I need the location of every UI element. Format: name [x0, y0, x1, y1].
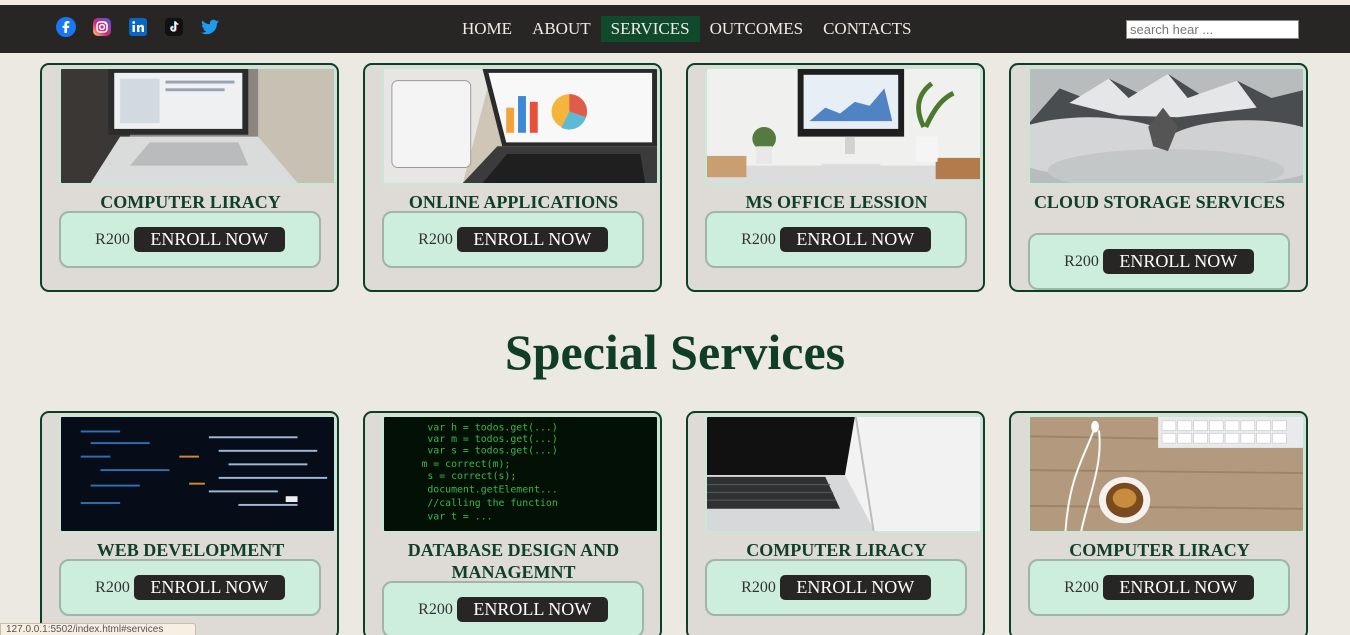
service-image-desk	[705, 67, 982, 185]
enroll-button[interactable]: ENROLL NOW	[1102, 575, 1254, 600]
service-title: COMPUTER LIRACY	[1069, 540, 1250, 560]
enroll-button[interactable]: ENROLL NOW	[1102, 249, 1254, 274]
service-card: WEB DEVELOPMENT R200 ENROLL NOW	[40, 411, 339, 635]
svg-text:var h = todos.get(...): var h = todos.get(...)	[427, 423, 557, 434]
service-image-mountains	[1028, 67, 1305, 185]
svg-text:document.getElement...: document.getElement...	[427, 484, 557, 495]
service-image-charts	[382, 67, 659, 185]
enroll-button[interactable]: ENROLL NOW	[133, 575, 285, 600]
svg-text://calling the function: //calling the function	[427, 498, 557, 509]
service-price: R200	[95, 230, 130, 248]
svg-text:m = correct(m);: m = correct(m);	[421, 459, 510, 470]
nav-contacts[interactable]: CONTACTS	[813, 16, 921, 42]
service-image-laptop	[59, 67, 336, 185]
service-image-code	[59, 415, 336, 533]
enroll-button[interactable]: ENROLL NOW	[779, 575, 931, 600]
linkedin-icon[interactable]	[128, 17, 148, 37]
service-title: DATABASE DESIGN AND MANAGEMNT	[407, 540, 620, 582]
search-input[interactable]	[1126, 20, 1299, 39]
service-image-terminal: var h = todos.get(...) var m = todos.get…	[382, 415, 659, 533]
service-card: COMPUTER LIRACY R200 ENROLL NOW	[686, 411, 985, 635]
nav-services[interactable]: SERVICES	[600, 16, 700, 42]
price-box: R200 ENROLL NOW	[382, 211, 644, 268]
navbar: HOME ABOUT SERVICES OUTCOMES CONTACTS	[0, 5, 1350, 53]
instagram-icon[interactable]	[92, 17, 112, 37]
service-price: R200	[418, 230, 453, 248]
special-services-heading: Special Services	[504, 324, 846, 380]
social-links	[56, 17, 220, 37]
service-card: COMPUTER LIRACY R200 ENROLL NOW	[40, 63, 339, 292]
nav-about[interactable]: ABOUT	[522, 16, 601, 42]
service-title: CLOUD STORAGE SERVICES	[1033, 192, 1286, 212]
main-menu: HOME ABOUT SERVICES OUTCOMES CONTACTS	[452, 16, 921, 42]
nav-home[interactable]: HOME	[452, 16, 522, 42]
nav-outcomes[interactable]: OUTCOMES	[700, 16, 814, 42]
svg-text:s = correct(s);: s = correct(s);	[427, 471, 516, 482]
service-price: R200	[741, 578, 776, 596]
service-image-coffee	[1028, 415, 1305, 533]
service-price: R200	[1064, 578, 1099, 596]
svg-text:var s = todos.get(...): var s = todos.get(...)	[427, 446, 557, 457]
tiktok-icon[interactable]	[164, 17, 184, 37]
price-box: R200 ENROLL NOW	[705, 559, 967, 616]
enroll-button[interactable]: ENROLL NOW	[133, 227, 285, 252]
svg-text:var m = todos.get(...): var m = todos.get(...)	[427, 434, 557, 445]
price-box: R200 ENROLL NOW	[382, 581, 644, 635]
service-title: COMPUTER LIRACY	[100, 192, 281, 212]
service-title: MS OFFICE LESSION	[745, 192, 928, 212]
service-image-laptop-white	[705, 415, 982, 533]
service-card: MS OFFICE LESSION R200 ENROLL NOW	[686, 63, 985, 292]
price-box: R200 ENROLL NOW	[705, 211, 967, 268]
service-title: ONLINE APPLICATIONS	[408, 192, 619, 212]
enroll-button[interactable]: ENROLL NOW	[456, 597, 608, 622]
price-box: R200 ENROLL NOW	[1028, 233, 1290, 290]
service-price: R200	[1064, 252, 1099, 270]
service-card: CLOUD STORAGE SERVICES R200 ENROLL NOW	[1009, 63, 1308, 292]
enroll-button[interactable]: ENROLL NOW	[779, 227, 931, 252]
service-card: ONLINE APPLICATIONS R200 ENROLL NOW	[363, 63, 662, 292]
price-box: R200 ENROLL NOW	[59, 559, 321, 616]
svg-text:var t = ...: var t = ...	[427, 511, 492, 522]
twitter-icon[interactable]	[200, 17, 220, 37]
service-price: R200	[418, 600, 453, 618]
enroll-button[interactable]: ENROLL NOW	[456, 227, 608, 252]
service-card: COMPUTER LIRACY R200 ENROLL NOW	[1009, 411, 1308, 635]
service-title: WEB DEVELOPMENT	[96, 540, 285, 560]
price-box: R200 ENROLL NOW	[1028, 559, 1290, 616]
facebook-icon[interactable]	[56, 17, 76, 37]
service-price: R200	[741, 230, 776, 248]
price-box: R200 ENROLL NOW	[59, 211, 321, 268]
service-title: COMPUTER LIRACY	[746, 540, 927, 560]
service-price: R200	[95, 578, 130, 596]
service-card: var h = todos.get(...) var m = todos.get…	[363, 411, 662, 635]
status-bar-url: 127.0.0.1:5502/index.html#services	[0, 623, 196, 635]
